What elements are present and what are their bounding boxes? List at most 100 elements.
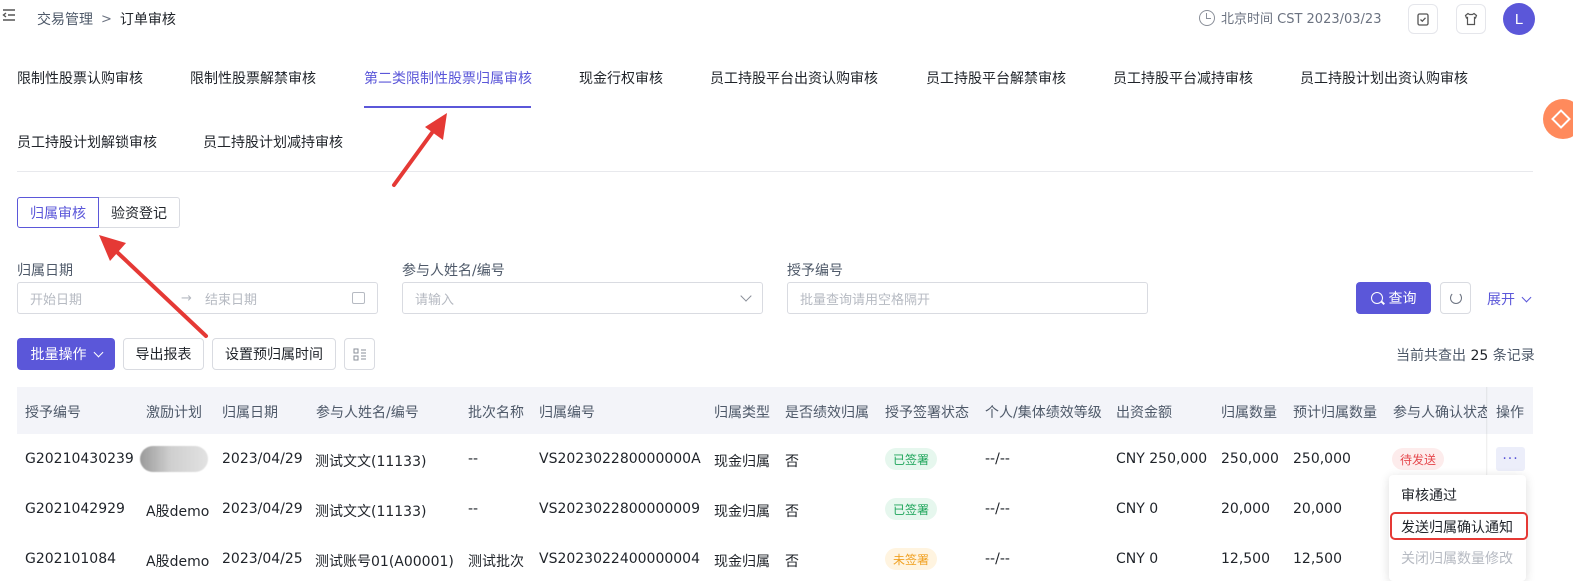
tab-class2-vesting[interactable]: 第二类限制性股票归属审核 [364, 68, 532, 88]
status-badge: 已签署 [885, 498, 938, 520]
participant-select[interactable]: 请输入 [402, 282, 763, 314]
clock-icon [1199, 9, 1215, 26]
chevron-down-icon [1521, 292, 1532, 302]
breadcrumb-current: 订单审核 [119, 12, 176, 28]
col-grant-number: 授予编号 [25, 405, 81, 421]
participant-placeholder: 请输入 [415, 292, 455, 308]
vesting-date-range-picker[interactable]: 开始日期 → 结束日期 [17, 282, 378, 314]
task-clipboard-button[interactable] [1408, 4, 1438, 34]
cell-vesting-quantity: 20,000 [1221, 501, 1270, 517]
col-participant-confirm: 参与人确认状态 [1393, 405, 1487, 421]
arrow-to-tab [392, 113, 447, 187]
search-icon [1370, 292, 1383, 304]
record-count: 当前共查出 25 条记录 [1396, 345, 1535, 365]
theme-shirt-button[interactable] [1456, 4, 1486, 34]
cell-grant-number[interactable]: G2021042929 [25, 501, 125, 517]
cell-participant: 测试文文(11133) [315, 504, 427, 520]
segment-vesting-audit[interactable]: 归属审核 [17, 197, 99, 228]
chevron-down-icon [740, 290, 752, 302]
sub-view-switch: 归属审核 验资登记 [17, 197, 180, 228]
floating-helper-icon[interactable] [1543, 99, 1573, 139]
cell-vesting-date: 2023/04/29 [222, 501, 303, 517]
expand-label: 展开 [1487, 292, 1515, 308]
tab-platform-unlock[interactable]: 员工持股平台解禁审核 [926, 68, 1066, 88]
segment-capital-registration[interactable]: 验资登记 [99, 197, 180, 228]
cell-batch-name: 测试批次 [468, 554, 524, 570]
row-more-actions-button[interactable]: ··· [1496, 447, 1525, 471]
tabs-divider [17, 171, 1533, 172]
top-bar: 交易管理 > 订单审核 北京时间 CST 2023/03/23 L [0, 0, 1573, 38]
col-performance-grade: 个人/集体绩效等级 [985, 405, 1102, 421]
cell-performance-grade: --/-- [985, 551, 1010, 567]
cell-vesting-number: VS2023022800000009 [539, 501, 700, 517]
cell-grant-number[interactable]: G20210430239 [25, 451, 134, 467]
record-count-prefix: 当前共查出 [1396, 348, 1466, 364]
menu-item-close-quantity-edit: 关闭归属数量修改 [1401, 551, 1513, 567]
col-performance-vesting: 是否绩效归属 [785, 405, 869, 421]
reset-button[interactable] [1440, 282, 1471, 314]
cell-estimated-quantity: 250,000 [1293, 451, 1351, 467]
tab-cash-exercise[interactable]: 现金行权审核 [579, 68, 663, 88]
col-grant-sign-status: 授予签署状态 [885, 405, 969, 421]
record-count-suffix: 条记录 [1492, 348, 1535, 364]
active-tab-indicator [364, 106, 531, 108]
col-vesting-quantity: 归属数量 [1221, 405, 1277, 421]
cell-vesting-quantity: 250,000 [1221, 451, 1279, 467]
cell-grant-number[interactable]: G202101084 [25, 551, 116, 567]
tab-plan-reduction[interactable]: 员工持股计划减持审核 [203, 132, 343, 152]
col-participant: 参与人姓名/编号 [316, 405, 419, 421]
cell-incentive-plan: A股demo [146, 554, 210, 570]
col-incentive-plan: 激励计划 [146, 405, 202, 421]
col-vesting-type: 归属类型 [714, 405, 770, 421]
search-button[interactable]: 查询 [1356, 282, 1431, 314]
start-date-input[interactable]: 开始日期 [30, 289, 82, 308]
shirt-icon [1464, 12, 1478, 26]
tab-platform-reduction[interactable]: 员工持股平台减持审核 [1113, 68, 1253, 88]
grant-number-label: 授予编号 [787, 263, 843, 279]
tab-plan-unlock[interactable]: 员工持股计划解锁审核 [17, 132, 157, 152]
tab-restricted-subscription[interactable]: 限制性股票认购审核 [17, 68, 143, 88]
export-report-button[interactable]: 导出报表 [123, 338, 204, 370]
breadcrumb-separator: > [101, 11, 112, 27]
column-settings-button[interactable] [344, 338, 375, 370]
grant-number-input[interactable]: 批量查询请用空格隔开 [787, 282, 1148, 314]
menu-collapse-icon[interactable] [2, 8, 18, 26]
cell-performance-grade: --/-- [985, 451, 1010, 467]
user-avatar[interactable]: L [1503, 3, 1535, 35]
batch-operation-button[interactable]: 批量操作 [17, 338, 115, 370]
cell-participant: 测试账号01(A00001) [315, 554, 454, 570]
record-count-value: 25 [1470, 348, 1489, 364]
expand-filters-button[interactable]: 展开 [1487, 289, 1532, 309]
cell-vesting-type: 现金归属 [714, 454, 770, 470]
range-arrow-icon: → [181, 290, 192, 306]
cell-vesting-type: 现金归属 [714, 504, 770, 520]
tab-plan-subscription[interactable]: 员工持股计划出资认购审核 [1300, 68, 1468, 88]
vesting-date-label: 归属日期 [17, 263, 73, 279]
participant-label: 参与人姓名/编号 [402, 263, 505, 279]
cell-payment-amount: CNY 0 [1116, 551, 1159, 567]
set-pre-vesting-time-button[interactable]: 设置预归属时间 [212, 338, 336, 370]
cell-vesting-quantity: 12,500 [1221, 551, 1270, 567]
tab-restricted-unlock[interactable]: 限制性股票解禁审核 [190, 68, 316, 88]
end-date-input[interactable]: 结束日期 [205, 289, 257, 308]
cell-performance-vesting: 否 [785, 554, 799, 570]
grant-number-placeholder: 批量查询请用空格隔开 [800, 292, 931, 308]
tab-platform-subscription[interactable]: 员工持股平台出资认购审核 [710, 68, 878, 88]
breadcrumb: 交易管理 > 订单审核 [37, 9, 176, 29]
col-actions: 操作 [1496, 405, 1524, 421]
col-vesting-number: 归属编号 [539, 405, 595, 421]
batch-operation-label: 批量操作 [30, 347, 87, 363]
cell-batch-name: -- [468, 501, 479, 517]
cell-estimated-quantity: 12,500 [1293, 551, 1342, 567]
status-badge: 未签署 [885, 548, 938, 570]
server-clock: 北京时间 CST 2023/03/23 [1199, 8, 1381, 27]
cell-vesting-type: 现金归属 [714, 554, 770, 570]
clipboard-check-icon [1417, 13, 1429, 26]
cell-vesting-number: VS2023022400000004 [539, 551, 700, 567]
breadcrumb-parent[interactable]: 交易管理 [37, 9, 93, 29]
highlight-box [1390, 512, 1528, 540]
col-vesting-date: 归属日期 [222, 405, 278, 421]
cell-payment-amount: CNY 0 [1116, 501, 1159, 517]
col-payment-amount: 出资金额 [1116, 405, 1172, 421]
menu-item-approve[interactable]: 审核通过 [1401, 485, 1457, 505]
